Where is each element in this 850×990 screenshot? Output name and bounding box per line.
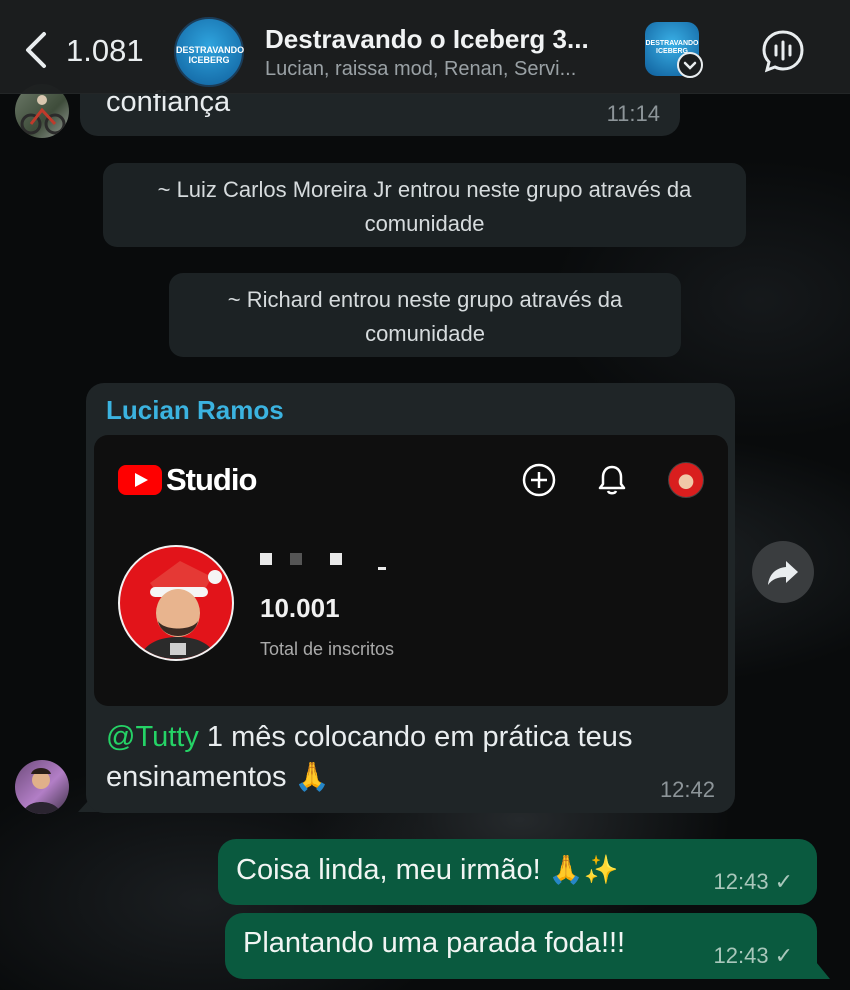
sent-check-icon: ✓ xyxy=(774,943,793,968)
message-text: Plantando uma parada foda!!! xyxy=(243,927,626,959)
avatar-image xyxy=(23,768,61,814)
avatar-illustration xyxy=(139,561,222,659)
avatar[interactable] xyxy=(15,760,69,814)
message-text: @Tutty 1 mês colocando em prática teus e… xyxy=(106,717,716,797)
attached-image[interactable]: Studio 10.001 Total de inscritos xyxy=(94,435,728,706)
group-participants[interactable]: Lucian, raissa mod, Renan, Servi... xyxy=(265,58,576,81)
time-text: 12:43 xyxy=(713,869,769,894)
back-unread-count[interactable]: 1.081 xyxy=(66,33,144,69)
bell-icon xyxy=(598,465,626,495)
sparkles-emoji: ✨ xyxy=(583,853,619,886)
message-bubble-outgoing[interactable]: Plantando uma parada foda!!! 12:43 ✓ xyxy=(225,913,817,979)
chevron-down-glyph xyxy=(683,61,697,70)
group-avatar-text: DESTRAVANDO ICEBERG xyxy=(176,45,245,65)
message-body: Coisa linda, meu irmão! xyxy=(236,854,549,886)
chevron-down-icon[interactable] xyxy=(677,52,703,78)
message-time: 12:43 ✓ xyxy=(714,943,794,969)
channel-avatar-small xyxy=(668,462,704,498)
studio-label: Studio xyxy=(166,462,257,497)
mention-link[interactable]: @Tutty xyxy=(106,721,199,753)
system-message-joined: ~ Luiz Carlos Moreira Jr entrou neste gr… xyxy=(103,163,746,247)
subscriber-count: 10.001 xyxy=(260,593,340,623)
voice-call-icon[interactable] xyxy=(760,28,806,74)
redacted-channel-name xyxy=(260,553,400,571)
sent-check-icon: ✓ xyxy=(774,869,793,894)
group-avatar[interactable]: DESTRAVANDO ICEBERG xyxy=(174,17,244,87)
youtube-logo-icon xyxy=(118,465,162,495)
system-message-joined: ~ Richard entrou neste grupo através da … xyxy=(169,273,681,357)
subscriber-label: Total de inscritos xyxy=(260,639,395,659)
create-icon xyxy=(522,463,556,497)
message-bubble-outgoing[interactable]: Coisa linda, meu irmão! 🙏✨ 12:43 ✓ xyxy=(218,839,817,905)
chat-header: 1.081 DESTRAVANDO ICEBERG Destravando o … xyxy=(0,0,850,94)
forward-icon xyxy=(768,561,798,585)
message-time: 11:14 xyxy=(606,101,660,126)
message-time: 12:43 ✓ xyxy=(714,869,794,895)
praying-hands-emoji: 🙏 xyxy=(294,760,330,793)
message-text: Coisa linda, meu irmão! 🙏✨ xyxy=(236,853,618,887)
back-icon[interactable] xyxy=(20,30,56,70)
time-text: 12:43 xyxy=(713,943,769,968)
group-title[interactable]: Destravando o Iceberg 3... xyxy=(265,24,589,55)
message-bubble-incoming[interactable]: Lucian Ramos Studio 10.001 Total de insc… xyxy=(86,383,735,813)
sender-name[interactable]: Lucian Ramos xyxy=(106,395,284,426)
channel-avatar xyxy=(118,545,234,661)
forward-button[interactable] xyxy=(752,541,814,603)
praying-hands-emoji: 🙏 xyxy=(548,853,584,886)
message-time: 12:42 xyxy=(659,777,715,802)
